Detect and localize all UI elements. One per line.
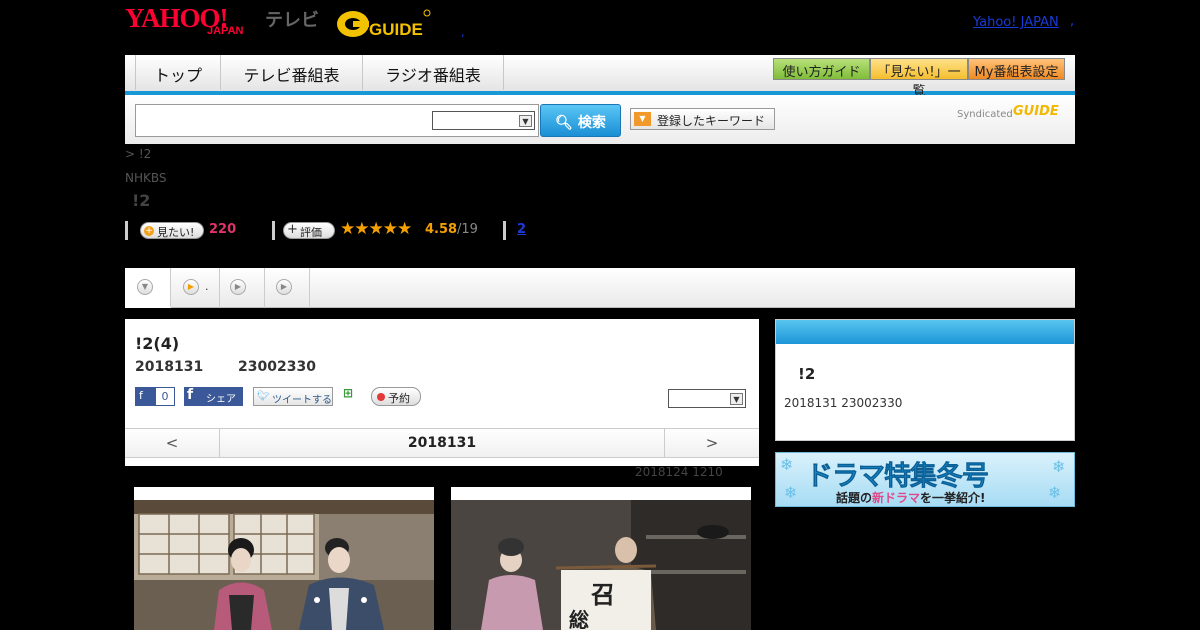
banner-subtitle: 話題の新ドラマを一挙紹介! [836,491,986,505]
want-button[interactable]: + 見たい! [140,222,204,239]
drama-special-banner[interactable]: ❄ ❄ ❄ ❄ ドラマ特集冬号 話題の新ドラマを一挙紹介! [775,452,1075,507]
divider [125,221,128,240]
snowflake-icon: ❄ [1052,457,1066,476]
header-sep: , [461,26,465,39]
scene-image-left [134,500,434,630]
scene-image-right: 召 総 [451,500,751,630]
search-scope-select[interactable]: ▼ [432,111,535,130]
reserve-button[interactable]: 予約 [371,387,421,406]
rating-value: 4.58 [425,222,458,237]
gguide-logo[interactable]: GUIDE [335,6,431,40]
tab-tv-schedule[interactable]: テレビ番組表 [220,55,362,90]
banner-title: ドラマ特集冬号 [806,461,990,493]
program-stats: + 見たい! 220 + 評価 ★★★★★ 4.58 /19 2 [125,219,575,241]
plus-icon: + [144,226,154,236]
snowflake-icon: ❄ [1048,483,1062,502]
episode-date: 2018131 [135,359,204,375]
dropdown-arrow-icon: ▼ [634,112,651,126]
syndicated-gguide-logo: GUIDE [1013,104,1059,119]
plus-icon: + [287,222,298,237]
sign-text-bottom: 総 [569,608,589,630]
tv-service-label: テレビ [265,10,319,31]
header-sep-right: , [1070,14,1075,29]
site-header: YAHOO! JAPAN テレビ GUIDE , Yahoo! JAPAN , [125,0,1075,52]
sidebar-program-title[interactable]: !2 [798,365,815,383]
play-icon: ▶ [230,279,246,295]
saved-keywords-button[interactable]: ▼ 登録したキーワード [630,108,775,130]
chevron-down-icon: ▼ [137,279,153,295]
subtab-2[interactable]: ▶ [220,268,265,308]
record-icon [377,393,385,401]
episode-photo-1[interactable] [134,487,434,630]
facebook-share-button[interactable]: f シェア [184,387,243,406]
date-navigation: < 2018131 > [125,428,759,458]
yahoo-japan-link[interactable]: Yahoo! JAPAN [973,15,1059,30]
subtab-3[interactable]: ▶ [265,268,310,308]
tab-radio-schedule[interactable]: ラジオ番組表 [362,55,504,90]
search-icon: 🔍︎ [555,115,573,131]
program-title: !2 [132,191,151,210]
reviews-link[interactable]: 2 [517,222,526,237]
episode-panel: !2(4) 2018131 23002330 f 0 f シェア 🐦︎ ツイートする… [125,319,759,466]
facebook-like-button[interactable]: f 0 [135,387,175,406]
add-calendar-icon[interactable]: ⊞ [343,386,359,404]
tab-top[interactable]: トップ [135,55,220,90]
search-bar: ▼ 🔍︎ 検索 ▼ 登録したキーワード Syndicated GUIDE [125,95,1075,144]
program-subtabs: ▼ ▶ . ▶ ▶ [125,268,1075,308]
updated-timestamp: 2018124 1210 [635,465,723,479]
subtab-1[interactable]: ▶ . [171,268,220,308]
yahoo-japan-sublogo: JAPAN [207,25,244,37]
episode-select[interactable]: ▼ [668,389,746,408]
facebook-like-count: 0 [155,387,175,406]
facebook-icon: f [187,387,194,403]
play-icon: ▶ [183,279,199,295]
chevron-down-icon: ▼ [519,115,532,127]
rating-stars: ★★★★★ [340,219,412,239]
tweet-button[interactable]: 🐦︎ ツイートする [253,387,333,406]
my-schedule-settings-button[interactable]: My番組表設定 [968,58,1065,80]
rate-button[interactable]: + 評価 [283,222,335,239]
play-icon: ▶ [276,279,292,295]
rating-count: /19 [457,222,478,237]
sign-text-top: 召 [590,580,615,609]
snowflake-icon: ❄ [780,455,794,474]
sidebar-program-box: !2 2018131 23002330 [775,319,1075,441]
channel-name[interactable]: NHKBS [125,171,167,185]
sidebar-program-date: 2018131 23002330 [784,396,903,410]
syndicated-label: Syndicated [957,109,1013,120]
chevron-down-icon: ▼ [730,393,743,405]
gguide-logo-text: GUIDE [369,20,423,39]
current-date: 2018131 [407,435,477,451]
divider [503,221,506,240]
want-count: 220 [209,222,237,237]
prev-date-button[interactable]: < [125,429,220,457]
snowflake-icon: ❄ [784,483,798,502]
want-list-button[interactable]: 「見たい!」一覧 [870,58,968,99]
main-nav: トップ テレビ番組表 ラジオ番組表 使い方ガイド 「見たい!」一覧 My番組表設… [125,55,1075,99]
divider [272,221,275,240]
subtab-0[interactable]: ▼ [125,268,171,308]
sidebar-header [776,320,1074,344]
episode-time: 23002330 [238,359,316,375]
breadcrumb: > !2 [125,147,152,161]
twitter-bird-icon: 🐦︎ [257,391,270,402]
facebook-icon: f [139,389,143,402]
usage-guide-button[interactable]: 使い方ガイド [773,58,870,80]
episode-photo-2[interactable]: 召 総 [451,487,751,630]
next-date-button[interactable]: > [664,429,759,457]
search-button[interactable]: 🔍︎ 検索 [540,104,621,137]
episode-title: !2(4) [135,334,180,353]
